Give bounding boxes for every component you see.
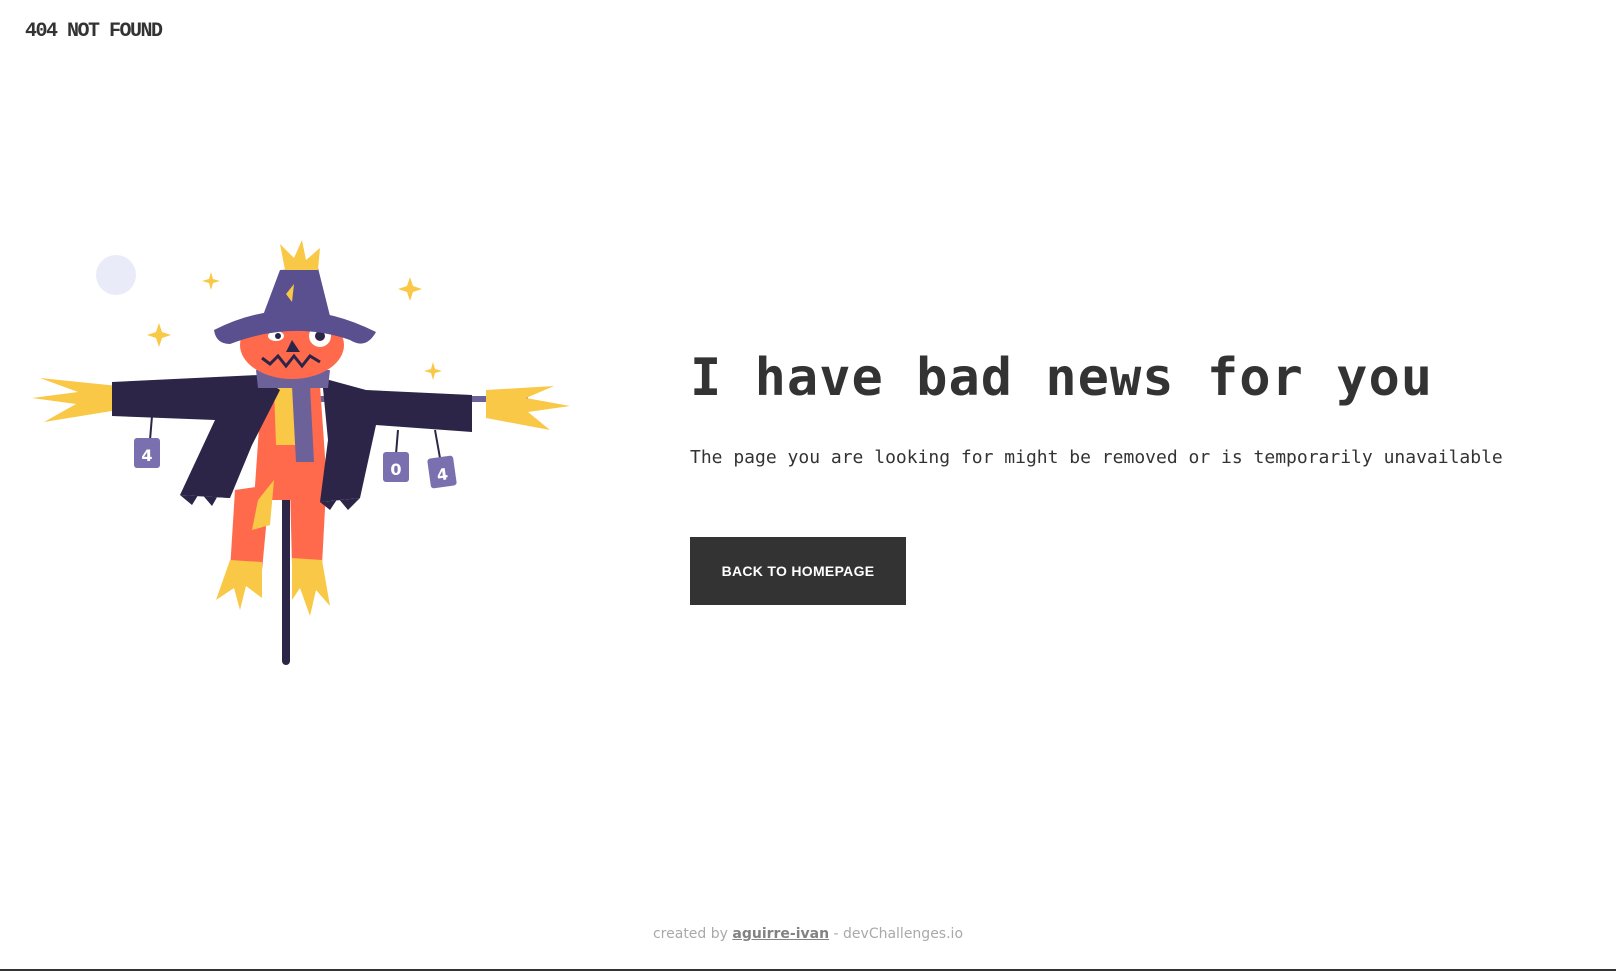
scarecrow-illustration: 4 0 4 (30, 240, 570, 670)
svg-text:0: 0 (390, 460, 401, 479)
footer-prefix: created by (652, 926, 733, 942)
back-to-homepage-button[interactable]: BACK TO HOMEPAGE (690, 537, 906, 605)
tin-can-0: 0 (383, 452, 409, 482)
error-message: The page you are looking for might be re… (690, 447, 1503, 468)
brand-logo: 404 NOT FOUND (25, 20, 163, 43)
moon-icon (96, 255, 136, 295)
footer-credit: created by aguirre-ivan - devChallenges.… (0, 926, 1616, 942)
tin-can-4-left: 4 (134, 438, 160, 468)
svg-text:4: 4 (141, 446, 152, 465)
footer-suffix: - devChallenges.io (829, 926, 964, 942)
error-content: I have bad news for you The page you are… (690, 345, 1570, 470)
author-link[interactable]: aguirre-ivan (732, 926, 829, 942)
tin-can-4-right: 4 (427, 455, 457, 489)
page-title: I have bad news for you (690, 348, 1434, 408)
